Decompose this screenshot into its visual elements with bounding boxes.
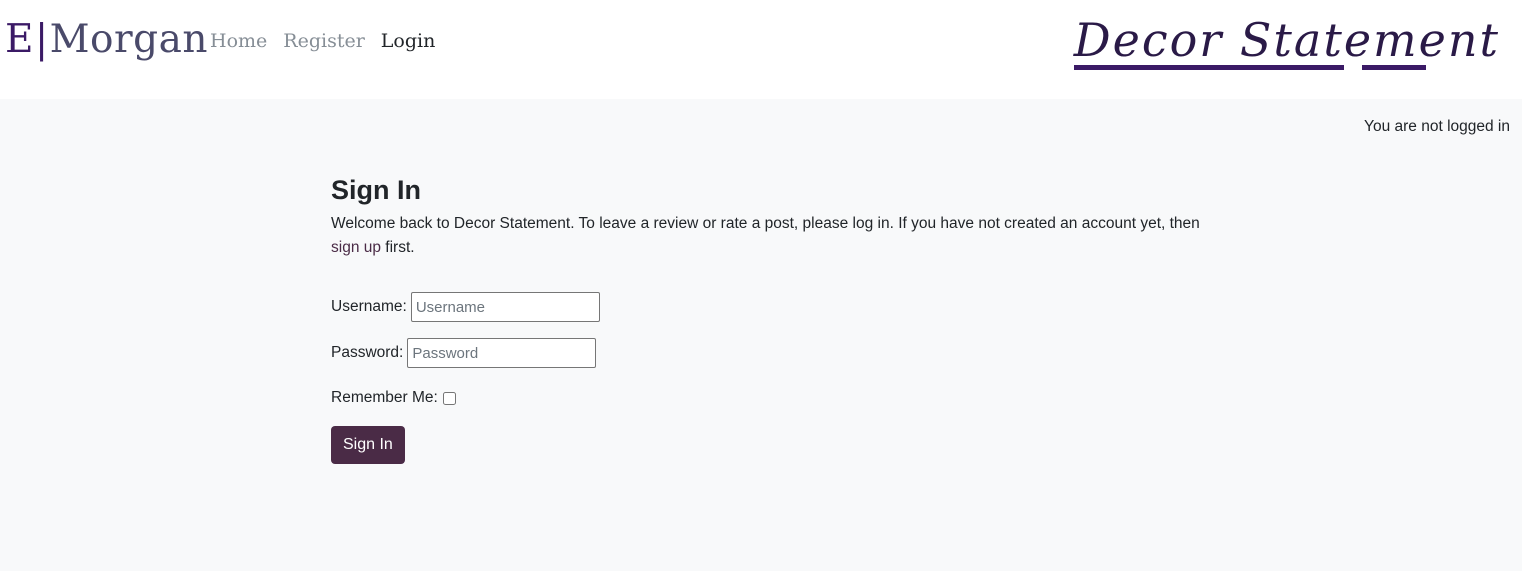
remember-row: Remember Me: [331,388,1201,408]
remember-label: Remember Me: [331,389,438,406]
remember-checkbox[interactable] [442,391,456,405]
brand-initial: E [5,17,34,62]
nav-link-login[interactable]: Login [381,30,436,52]
login-status-text: You are not logged in [1364,118,1510,135]
intro-text-after: first. [380,239,415,256]
nav-link-register[interactable]: Register [283,30,365,52]
page-title: Sign In [331,175,421,205]
username-input[interactable] [410,292,600,322]
password-label: Password: [331,344,404,361]
nav-link-home[interactable]: Home [210,30,267,52]
site-logo: Decor Statement [1073,13,1500,70]
brand-logo-link[interactable]: E|Morgan [5,16,208,64]
signin-intro: Welcome back to Decor Statement. To leav… [331,212,1201,260]
login-form: Username: Password: Remember Me: Sign In [331,292,1201,464]
brand-separator: | [34,17,49,62]
site-logo-text: Decor Statement [1073,13,1500,67]
username-row: Username: [331,292,1201,322]
intro-text-before: Welcome back to Decor Statement. To leav… [331,215,1200,232]
username-label: Username: [331,298,407,315]
password-input[interactable] [407,338,597,368]
signup-link[interactable]: sign up [331,239,381,256]
password-row: Password: [331,338,1201,368]
signin-button[interactable]: Sign In [331,426,405,464]
main-nav: Home Register Login [210,30,435,52]
signin-section: Sign In Welcome back to Decor Statement.… [331,172,1201,464]
navbar: E|Morgan Home Register Login Decor State… [0,0,1522,99]
brand-name: Morgan [49,17,209,62]
